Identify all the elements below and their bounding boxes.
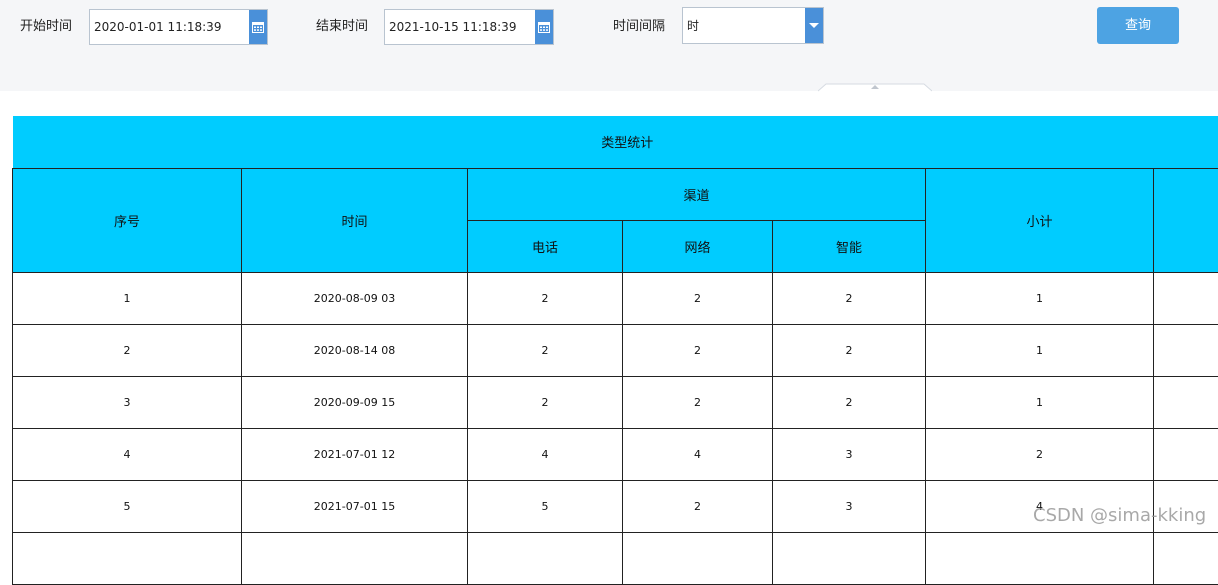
cell-index: 4 [13,428,242,480]
table-row: 1 2020-08-09 03 2 2 2 1 [13,272,1218,324]
cell-smart [773,532,926,584]
table-title-text: 类型统计 [601,136,653,151]
cell-network: 2 [623,376,773,428]
calendar-icon [252,21,264,33]
cell-extra [1154,324,1218,376]
cell-subtotal: 1 [926,324,1154,376]
cell-network [623,532,773,584]
end-time-value: 2021-10-15 11:18:39 [389,19,516,35]
cell-phone: 2 [468,324,623,376]
end-time-input[interactable]: 2021-10-15 11:18:39 [384,9,554,45]
table-title: 类型统计 [13,116,1218,168]
query-button[interactable]: 查询 [1097,7,1179,44]
cell-index: 1 [13,272,242,324]
header-smart: 智能 [773,220,926,272]
header-channel: 渠道 [468,168,926,220]
cell-time: 2021-07-01 12 [242,428,468,480]
cell-index: 5 [13,480,242,532]
cell-time: 2020-08-09 03 [242,272,468,324]
cell-smart: 3 [773,480,926,532]
cell-smart: 2 [773,376,926,428]
cell-index [13,532,242,584]
cell-smart: 3 [773,428,926,480]
start-calendar-button[interactable] [249,10,267,44]
interval-dropdown-button[interactable] [805,8,823,43]
end-time-label: 结束时间 [316,18,368,36]
start-time-value: 2020-01-01 11:18:39 [94,19,221,35]
cell-time: 2020-09-09 15 [242,376,468,428]
header-row-1: 序号 时间 渠道 小计 [13,168,1218,220]
cell-extra [1154,272,1218,324]
header-subtotal: 小计 [926,168,1154,272]
cell-network: 2 [623,324,773,376]
cell-time: 2020-08-14 08 [242,324,468,376]
cell-phone: 4 [468,428,623,480]
cell-index: 3 [13,376,242,428]
end-calendar-button[interactable] [535,10,553,44]
interval-label: 时间间隔 [613,18,665,36]
interval-value: 时 [687,18,699,34]
cell-extra [1154,376,1218,428]
cell-extra [1154,532,1218,584]
calendar-icon [538,21,550,33]
chevron-down-icon [809,23,819,28]
cell-subtotal: 1 [926,272,1154,324]
cell-phone: 5 [468,480,623,532]
cell-phone: 2 [468,376,623,428]
start-time-input[interactable]: 2020-01-01 11:18:39 [89,9,268,45]
cell-time: 2021-07-01 15 [242,480,468,532]
cell-index: 2 [13,324,242,376]
header-time: 时间 [242,168,468,272]
watermark: CSDN @sima-kking [1033,505,1206,526]
table-row: 3 2020-09-09 15 2 2 2 1 [13,376,1218,428]
cell-subtotal: 1 [926,376,1154,428]
cell-phone: 2 [468,272,623,324]
header-index: 序号 [13,168,242,272]
table-row-partial [13,532,1218,584]
table-row: 2 2020-08-14 08 2 2 2 1 [13,324,1218,376]
cell-extra [1154,428,1218,480]
cell-smart: 2 [773,324,926,376]
filter-bar: 开始时间 2020-01-01 11:18:39 结束时间 2021-10-15… [0,0,1218,91]
header-phone: 电话 [468,220,623,272]
collapse-toggle[interactable] [818,82,932,92]
interval-select[interactable]: 时 [682,7,824,44]
cell-network: 2 [623,480,773,532]
table-title-row: 类型统计 [13,116,1218,168]
table-row: 4 2021-07-01 12 4 4 3 2 [13,428,1218,480]
cell-phone [468,532,623,584]
cell-time [242,532,468,584]
start-time-label: 开始时间 [20,18,72,36]
header-extra [1154,168,1218,272]
cell-subtotal [926,532,1154,584]
cell-network: 4 [623,428,773,480]
header-network: 网络 [623,220,773,272]
cell-subtotal: 2 [926,428,1154,480]
cell-network: 2 [623,272,773,324]
cell-smart: 2 [773,272,926,324]
